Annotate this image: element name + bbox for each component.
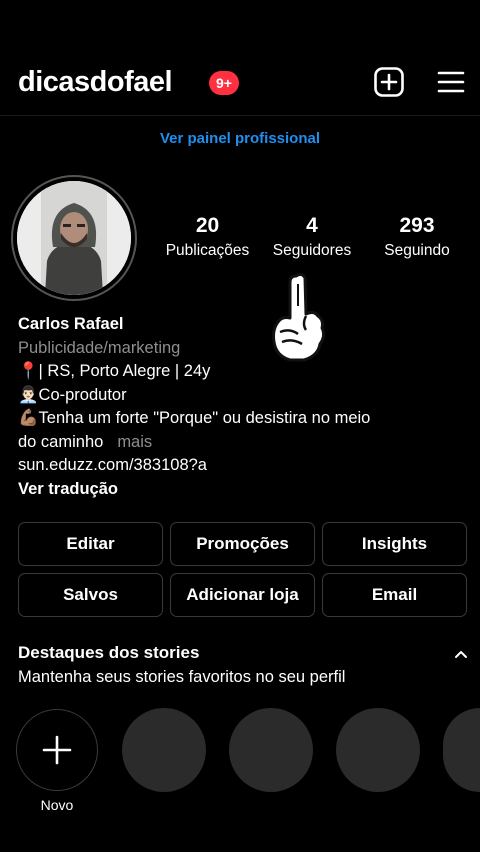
more-link[interactable]: mais [117,433,152,451]
notification-badge[interactable]: 9+ [209,71,239,95]
professional-dashboard-link[interactable]: Ver painel profissional [0,130,480,147]
profile-bio: Carlos Rafael Publicidade/marketing 📍| R… [18,313,468,501]
following-count: 293 [399,214,435,237]
posts-label: Publicações [165,242,250,259]
promotions-button[interactable]: Promoções [170,522,315,566]
highlights-subtitle: Mantenha seus stories favoritos no seu p… [18,668,346,686]
highlights-title: Destaques dos stories [18,643,200,662]
stat-posts[interactable]: 20 Publicações [160,213,255,263]
bio-line-quote-end-text: do caminho [18,432,104,451]
new-highlight-button[interactable] [16,709,98,791]
email-button[interactable]: Email [322,573,467,617]
bio-line-quote: 💪🏽Tenha um forte "Porque" ou desistira n… [18,409,371,427]
insights-button[interactable]: Insights [322,522,467,566]
highlight-placeholder [229,708,313,792]
bio-line-role: 👨🏻‍💼Co-produtor [18,385,127,404]
highlight-placeholder [336,708,420,792]
edit-profile-button[interactable]: Editar [18,522,163,566]
top-bar: dicasdofael 9+ [0,0,480,116]
new-highlight-label: Novo [40,797,74,813]
highlight-placeholder [122,708,206,792]
plus-icon [42,735,72,765]
account-username[interactable]: dicasdofael [18,66,173,99]
highlight-placeholder [443,708,480,792]
bio-line-quote-end: do caminho mais [18,431,468,455]
avatar[interactable] [17,181,131,295]
see-translation-link[interactable]: Ver tradução [18,478,468,502]
profile-category: Publicidade/marketing [18,338,181,357]
following-label: Seguindo [384,242,450,259]
profile-name: Carlos Rafael [18,315,124,333]
profile-photo [17,181,131,295]
chevron-up-icon[interactable] [453,648,469,660]
followers-label: Seguidores [272,242,352,259]
followers-count: 4 [306,214,318,237]
saved-button[interactable]: Salvos [18,573,163,617]
plus-square-icon[interactable] [374,67,404,97]
posts-count: 20 [195,214,220,237]
hamburger-menu-icon[interactable] [437,68,465,96]
profile-link[interactable]: sun.eduzz.com/383108?a [18,454,468,478]
stat-followers[interactable]: 4 Seguidores [264,213,360,263]
add-shop-button[interactable]: Adicionar loja [170,573,315,617]
bio-line-location: 📍| RS, Porto Alegre | 24y [18,362,211,380]
stat-following[interactable]: 293 Seguindo [372,213,462,263]
